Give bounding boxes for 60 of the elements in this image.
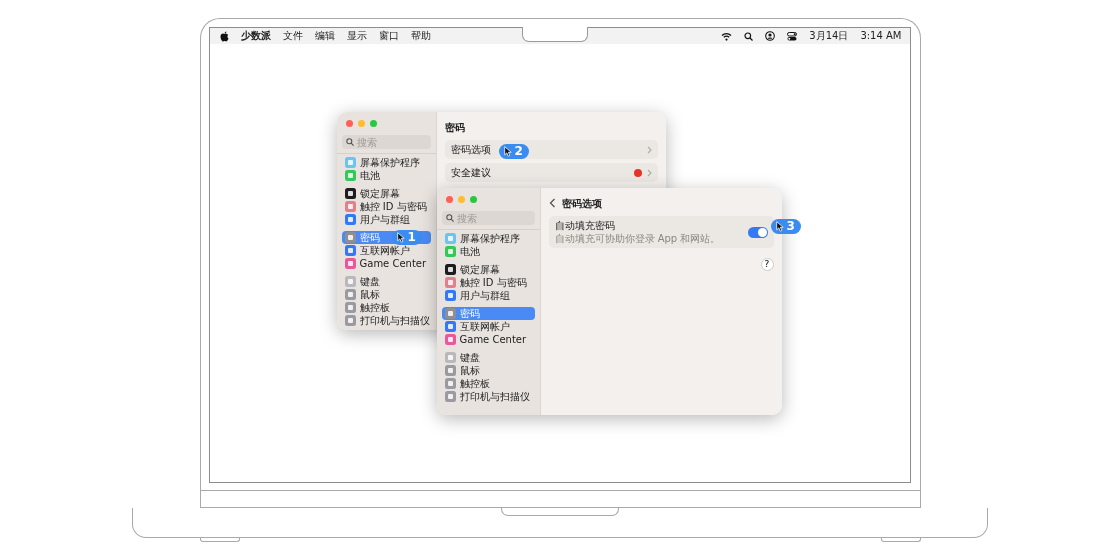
- cursor-icon: [503, 146, 512, 157]
- menu-bar-date: 3月14日: [809, 29, 849, 43]
- sidebar-item[interactable]: 打印机与扫描仪: [341, 314, 431, 327]
- sidebar-item[interactable]: 屏幕保护程序: [341, 156, 431, 169]
- sidebar-item[interactable]: 触控板: [341, 301, 431, 314]
- pane-title: 密码: [444, 120, 465, 134]
- step-number: 1: [407, 230, 416, 245]
- search-icon: [345, 138, 354, 146]
- step-number: 3: [786, 219, 795, 234]
- sidebar-item[interactable]: Game Center: [341, 257, 431, 270]
- sidebar-item[interactable]: 电池: [441, 245, 535, 258]
- menu-bar-clock: 3:14 AM: [860, 29, 902, 43]
- row-label: 安全建议: [450, 166, 491, 179]
- menu-item[interactable]: 帮助: [410, 28, 431, 44]
- settings-row[interactable]: 密码选项 2: [444, 140, 658, 159]
- row-label: 密码选项: [450, 143, 491, 156]
- wifi-icon[interactable]: [721, 31, 733, 41]
- sidebar-item[interactable]: 键盘: [341, 275, 431, 288]
- row-description: 自动填充可协助你登录 App 和网站。: [554, 232, 721, 245]
- search-field[interactable]: 搜索: [441, 211, 535, 225]
- menu-item[interactable]: 编辑: [314, 28, 335, 44]
- row-label: 自动填充密码: [554, 220, 615, 231]
- chevron-right-icon: [646, 145, 652, 154]
- sidebar-item[interactable]: 用户与群组: [441, 289, 535, 302]
- sidebar-item[interactable]: 触控 ID 与密码: [441, 276, 535, 289]
- cursor-icon: [396, 232, 405, 243]
- sidebar-item[interactable]: 用户与群组: [341, 213, 431, 226]
- pane-title: 密码选项: [561, 196, 602, 210]
- menu-item[interactable]: 窗口: [378, 28, 399, 44]
- help-button[interactable]: ?: [760, 258, 774, 271]
- close-button[interactable]: [345, 120, 353, 127]
- cursor-icon: [775, 221, 784, 232]
- sidebar-item[interactable]: 鼠标: [341, 288, 431, 301]
- search-icon[interactable]: [744, 31, 754, 41]
- sidebar-item[interactable]: 互联网帐户: [441, 320, 535, 333]
- back-button[interactable]: [548, 198, 556, 208]
- apple-logo-icon[interactable]: [219, 30, 229, 42]
- sidebar-item[interactable]: 屏幕保护程序: [441, 232, 535, 245]
- sidebar-item[interactable]: 锁定屏幕: [441, 263, 535, 276]
- sidebar-item[interactable]: 锁定屏幕: [341, 187, 431, 200]
- settings-row[interactable]: 安全建议: [444, 163, 658, 182]
- menu-item[interactable]: 显示: [346, 28, 367, 44]
- close-button[interactable]: [445, 196, 453, 203]
- sidebar-item[interactable]: 触控 ID 与密码: [341, 200, 431, 213]
- search-icon: [445, 214, 454, 222]
- sidebar-item[interactable]: 键盘: [441, 351, 535, 364]
- step-number: 2: [514, 144, 523, 159]
- sidebar-item[interactable]: 电池: [341, 169, 431, 182]
- app-menu[interactable]: 少数派: [240, 28, 271, 44]
- control-center-icon[interactable]: [787, 31, 798, 41]
- chevron-right-icon: [646, 168, 652, 177]
- search-field[interactable]: 搜索: [341, 135, 431, 149]
- toggle-switch[interactable]: [747, 226, 768, 238]
- menu-item[interactable]: 文件: [282, 28, 303, 44]
- sidebar-item[interactable]: Game Center: [441, 333, 535, 346]
- sidebar-item[interactable]: 打印机与扫描仪: [441, 390, 535, 403]
- user-icon[interactable]: [765, 31, 776, 41]
- sidebar-item[interactable]: 鼠标: [441, 364, 535, 377]
- sidebar-item[interactable]: 触控板: [441, 377, 535, 390]
- sidebar-item[interactable]: 互联网帐户: [341, 244, 431, 257]
